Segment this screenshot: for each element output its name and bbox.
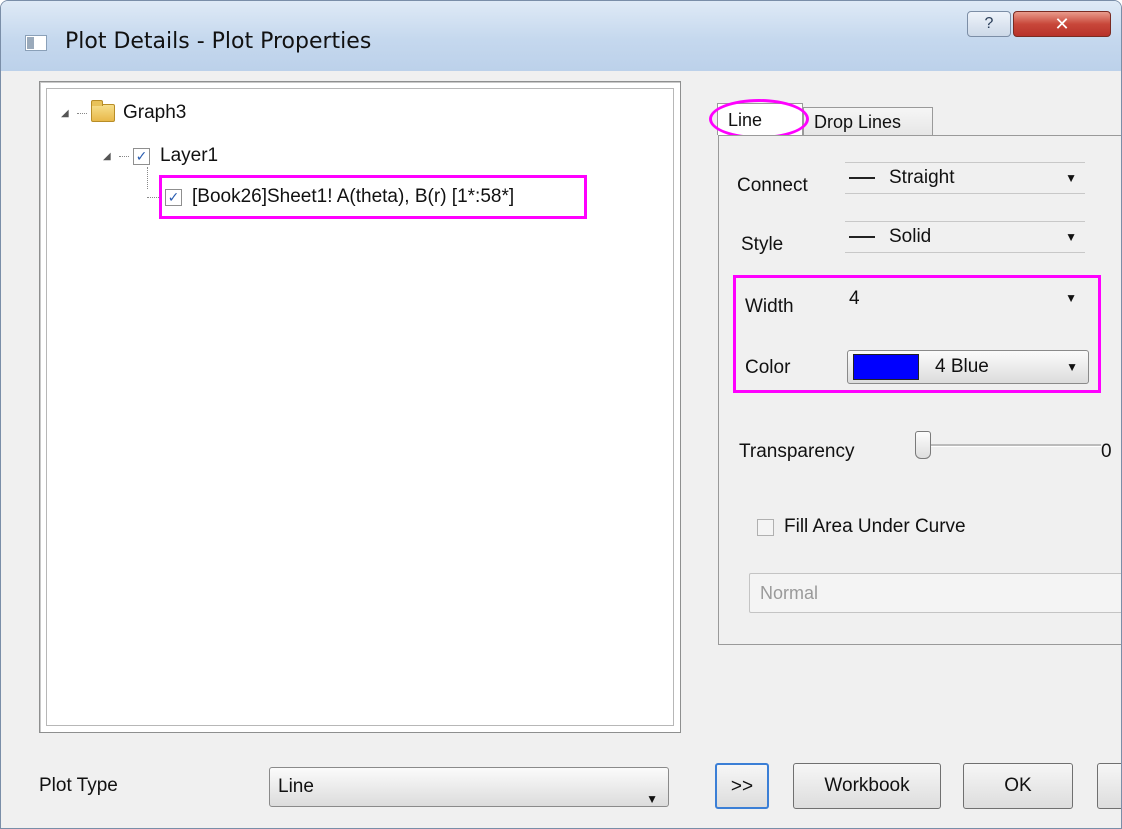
transparency-slider-thumb[interactable] bbox=[915, 431, 931, 459]
fill-area-label: Fill Area Under Curve bbox=[784, 516, 966, 537]
tree-node-layer[interactable]: ◢ ✓ Layer1 bbox=[103, 144, 218, 168]
width-color-highlight-frame bbox=[733, 275, 1101, 393]
ok-button[interactable]: OK bbox=[963, 763, 1073, 809]
dialog-client-area: ◢ Graph3 ◢ ✓ Layer1 ✓ [Book26]Sheet1! A(… bbox=[11, 71, 1121, 820]
tree-node-label: Graph3 bbox=[123, 102, 187, 123]
window-icon bbox=[25, 35, 47, 51]
line-sample-icon bbox=[849, 177, 875, 179]
workbook-button[interactable]: Workbook bbox=[793, 763, 941, 809]
tree-node-graph[interactable]: ◢ Graph3 bbox=[61, 100, 187, 125]
connect-combo[interactable]: Straight ▼ bbox=[845, 162, 1085, 194]
fill-mode-combo: Normal bbox=[749, 573, 1121, 613]
plot-type-value: Line bbox=[278, 776, 314, 797]
style-value: Solid bbox=[889, 226, 932, 247]
style-label: Style bbox=[741, 234, 784, 255]
line-sample-icon bbox=[849, 236, 875, 238]
expand-button[interactable]: >> bbox=[715, 763, 769, 809]
layer-checkbox[interactable]: ✓ bbox=[133, 147, 150, 165]
transparency-value: 0 bbox=[1101, 441, 1112, 462]
expand-arrow-icon[interactable]: ◢ bbox=[61, 108, 73, 119]
cancel-button-partial[interactable] bbox=[1097, 763, 1121, 809]
tab-drop-lines[interactable]: Drop Lines bbox=[803, 107, 933, 135]
tree-connector bbox=[77, 112, 87, 114]
tree-connector bbox=[119, 155, 129, 157]
folder-icon bbox=[91, 100, 115, 122]
connect-value: Straight bbox=[889, 167, 955, 188]
plot-details-dialog: Plot Details - Plot Properties ? ✕ ◢ Gra… bbox=[0, 0, 1122, 829]
chevron-down-icon[interactable]: ▼ bbox=[1065, 230, 1077, 244]
transparency-slider-track[interactable] bbox=[931, 444, 1101, 447]
window-title: Plot Details - Plot Properties bbox=[65, 29, 372, 54]
title-bar: Plot Details - Plot Properties ? ✕ bbox=[1, 1, 1121, 71]
fill-area-checkbox[interactable]: ✓ bbox=[757, 518, 774, 536]
close-button[interactable]: ✕ bbox=[1013, 11, 1111, 37]
style-combo[interactable]: Solid ▼ bbox=[845, 221, 1085, 253]
tree-node-label: Layer1 bbox=[160, 145, 219, 166]
expand-arrow-icon[interactable]: ◢ bbox=[103, 151, 115, 162]
tab-highlight-ellipse bbox=[709, 99, 809, 139]
help-button[interactable]: ? bbox=[967, 11, 1011, 37]
plot-tree[interactable]: ◢ Graph3 ◢ ✓ Layer1 ✓ [Book26]Sheet1! A(… bbox=[46, 88, 674, 726]
plot-tree-panel: ◢ Graph3 ◢ ✓ Layer1 ✓ [Book26]Sheet1! A(… bbox=[39, 81, 681, 733]
transparency-label: Transparency bbox=[739, 441, 855, 462]
connect-label: Connect bbox=[737, 175, 808, 196]
chevron-down-icon[interactable]: ▼ bbox=[646, 780, 658, 818]
fill-area-option[interactable]: ✓ Fill Area Under Curve bbox=[757, 515, 966, 539]
plot-highlight-frame bbox=[159, 175, 587, 219]
plot-type-label: Plot Type bbox=[39, 775, 118, 796]
plot-type-combo[interactable]: Line ▼ bbox=[269, 767, 669, 807]
chevron-down-icon[interactable]: ▼ bbox=[1065, 171, 1077, 185]
